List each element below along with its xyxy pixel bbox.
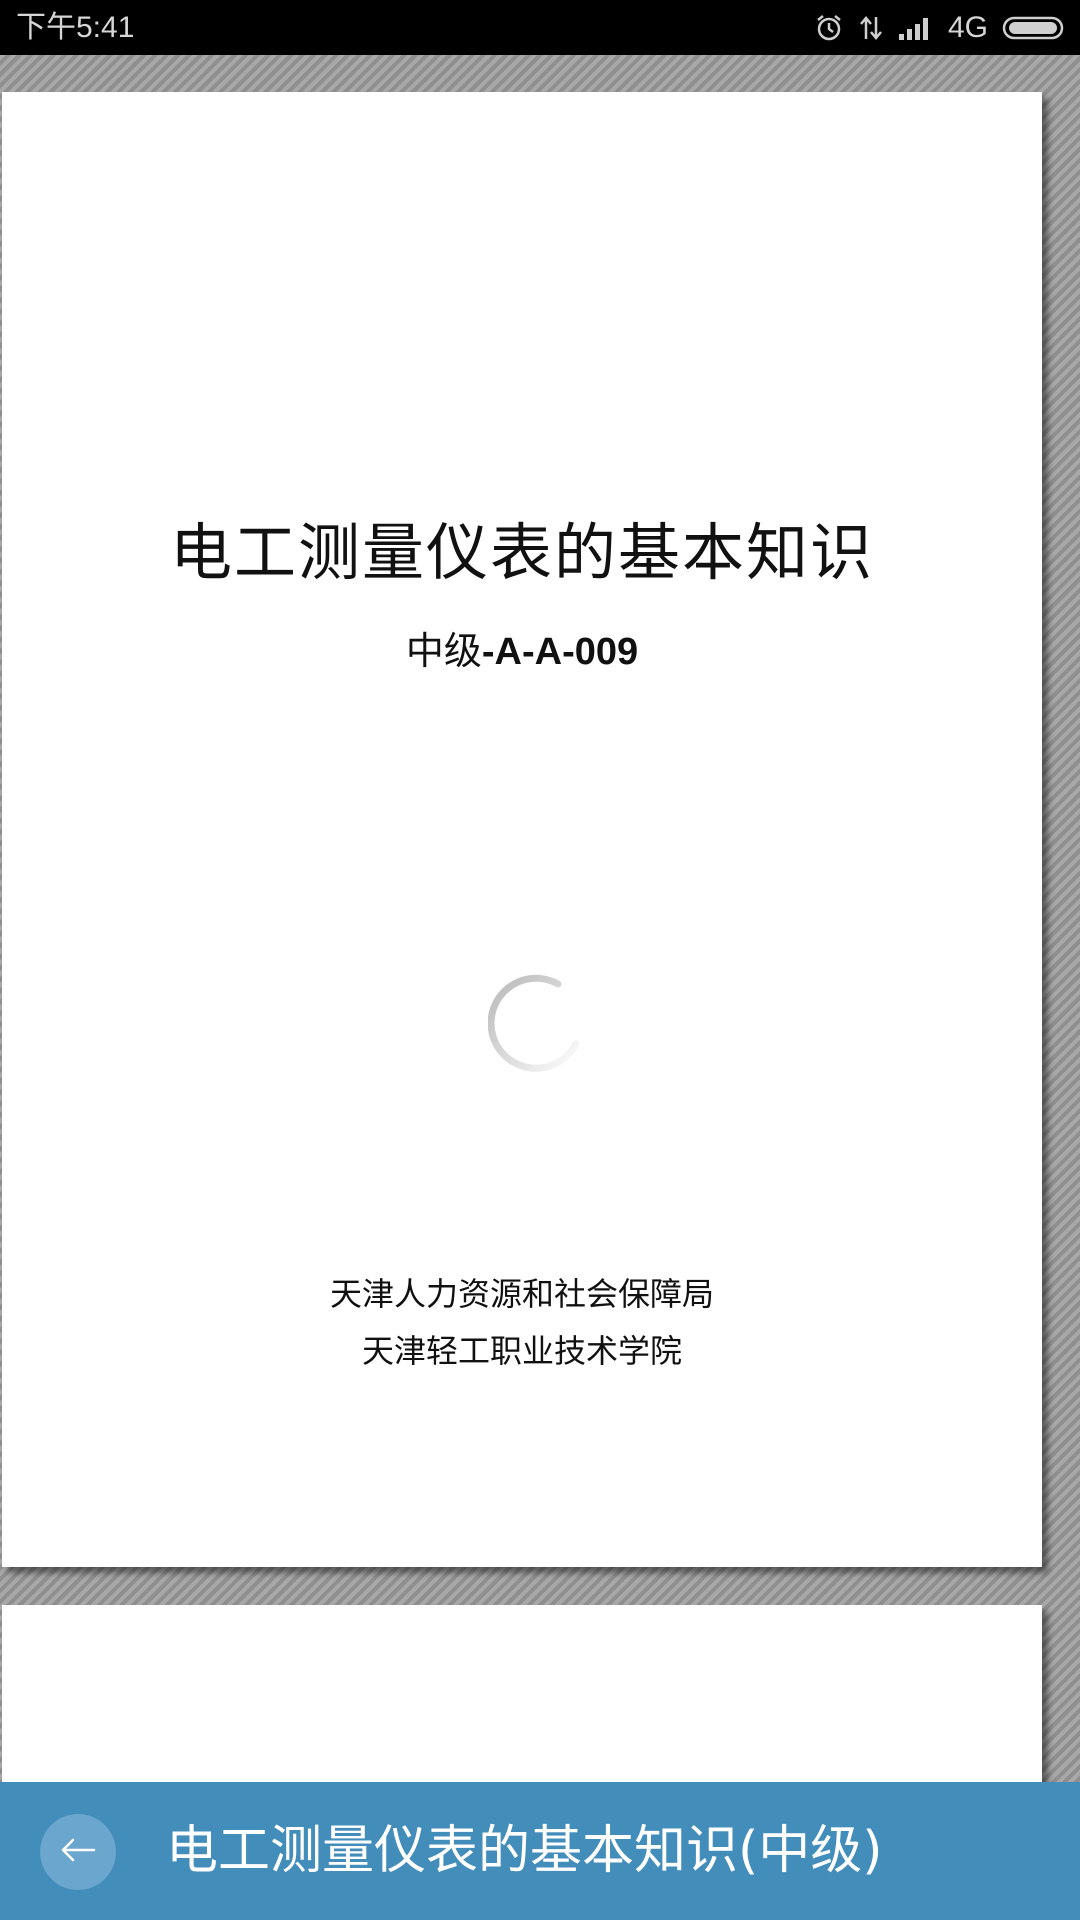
document-viewer[interactable]: 电工测量仪表的基本知识 中级-A-A-009 天津人力资源和社会保障局 天津轻工… (0, 55, 1080, 1920)
document-code-number: -A-A-009 (481, 631, 639, 673)
data-transfer-icon (858, 13, 884, 43)
status-time: 下午5:41 (16, 11, 135, 44)
bottom-title-bar: 电工测量仪表的基本知识(中级) (0, 1782, 1080, 1920)
document-level: 中级 (405, 629, 482, 673)
document-page-1[interactable]: 电工测量仪表的基本知识 中级-A-A-009 天津人力资源和社会保障局 天津轻工… (2, 92, 1042, 1567)
alarm-icon (814, 13, 844, 43)
issuer-line-2: 天津轻工职业技术学院 (361, 1332, 682, 1370)
status-bar: 下午5:41 4G (0, 0, 1080, 55)
document-code: 中级-A-A-009 (2, 620, 1042, 675)
back-button[interactable] (40, 1814, 116, 1890)
document-title: 电工测量仪表的基本知识 (169, 516, 874, 589)
loading-spinner-icon (487, 972, 592, 1076)
network-type: 4G (947, 11, 988, 44)
signal-icon (898, 14, 934, 42)
issuer-line-1: 天津人力资源和社会保障局 (329, 1275, 714, 1313)
back-arrow-icon (58, 1835, 98, 1869)
status-icons: 4G (814, 0, 1066, 55)
bottom-bar-title: 电工测量仪表的基本知识(中级) (166, 1821, 883, 1881)
battery-icon (1002, 14, 1066, 42)
